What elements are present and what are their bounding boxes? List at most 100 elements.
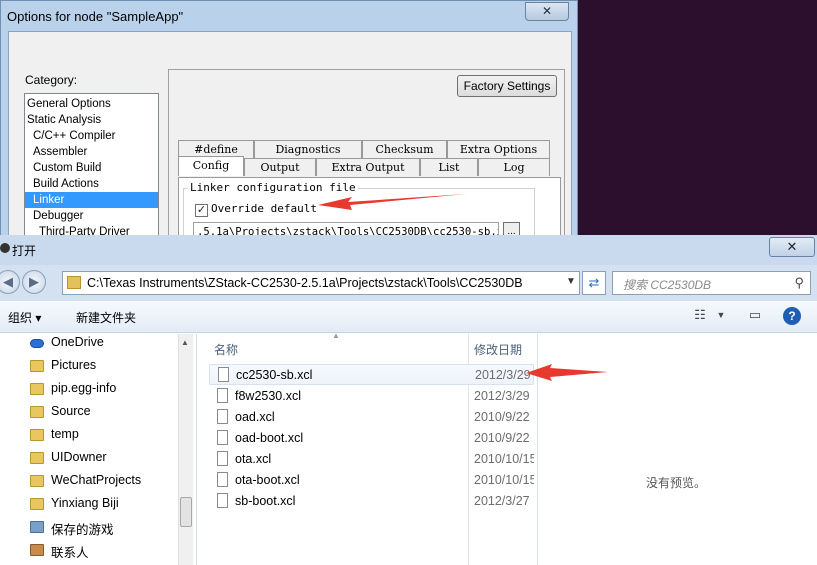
toolbar: 组织 ▾ 新建文件夹 ☷ ▼ ▭ ? [0,301,817,333]
file-name: ota-boot.xcl [235,473,300,487]
folder-icon [30,475,44,487]
options-body: Category: General Options Static Analysi… [8,31,572,258]
nav-item-source[interactable]: Source [30,403,178,423]
nav-item-onedrive[interactable]: OneDrive [30,334,178,354]
override-default-checkbox[interactable]: ✓ [195,204,208,217]
preview-pane-icon[interactable]: ▭ [745,307,765,325]
category-item-static-analysis[interactable]: Static Analysis [27,112,158,128]
nav-item-contacts[interactable]: 联系人 [30,541,178,561]
background-window [578,0,817,240]
file-row-oad[interactable]: oad.xcl 2010/9/22 [209,407,534,428]
nav-item-label: Yinxiang Biji [51,496,119,510]
close-icon[interactable]: ✕ [769,237,815,257]
cloud-icon [30,339,44,348]
file-date: 2010/9/22 [474,431,530,445]
tab-extra-options[interactable]: Extra Options [447,140,550,158]
tab-diagnostics[interactable]: Diagnostics [254,140,362,158]
annotation-arrow [318,194,466,210]
folder-icon [30,360,44,372]
nav-item-label: OneDrive [51,335,104,349]
file-icon [217,493,228,508]
file-date: 2010/10/15 [474,452,534,466]
file-date: 2012/3/27 [474,494,530,508]
help-icon[interactable]: ? [783,307,801,325]
nav-item-yinxiang-biji[interactable]: Yinxiang Biji [30,495,178,515]
chevron-down-icon[interactable]: ▼ [566,276,576,287]
category-list: General Options Static Analysis C/C++ Co… [24,93,159,243]
file-row-f8w2530[interactable]: f8w2530.xcl 2012/3/29 [209,386,534,407]
file-row-ota[interactable]: ota.xcl 2010/10/15 [209,449,534,470]
address-row: ◀ ▶ C:\Texas Instruments\ZStack-CC2530-2… [0,265,817,301]
category-item-build-actions[interactable]: Build Actions [33,176,158,192]
file-row-sb-boot[interactable]: sb-boot.xcl 2012/3/27 [209,491,534,512]
tab-extra-output[interactable]: Extra Output [316,158,420,176]
nav-item-temp[interactable]: temp [30,426,178,446]
search-input[interactable]: 搜索 CC2530DB ⚲ [612,271,811,295]
scrollbar-thumb[interactable] [180,497,192,527]
back-arrow-icon[interactable]: ◀ [0,270,20,294]
settings-panel: Factory Settings #define Diagnostics Che… [168,69,565,258]
address-bar[interactable]: C:\Texas Instruments\ZStack-CC2530-2.5.1… [62,271,580,295]
file-name: cc2530-sb.xcl [236,368,313,382]
nav-item-label: 保存的游戏 [51,523,114,537]
file-icon [218,367,229,382]
tab-log[interactable]: Log [478,158,550,176]
category-label: Category: [25,73,78,87]
nav-item-uidowner[interactable]: UIDowner [30,449,178,469]
category-item-debugger[interactable]: Debugger [33,208,158,224]
tab-config[interactable]: Config [178,156,244,176]
category-item-c-cpp-compiler[interactable]: C/C++ Compiler [33,128,158,144]
chevron-down-icon[interactable]: ▼ [711,310,731,328]
override-default-label: Override default [211,202,317,215]
open-file-dialog: 打开 ✕ ◀ ▶ C:\Texas Instruments\ZStack-CC2… [0,235,817,565]
sort-indicator-icon: ▲ [332,331,340,340]
file-date: 2012/3/29 [474,389,530,403]
file-list: ▲ 名称 修改日期 cc2530-sb.xcl 2012/3/29 f8w253… [196,331,536,565]
category-item-linker[interactable]: Linker [25,192,158,208]
new-folder-button[interactable]: 新建文件夹 [76,309,136,326]
scroll-up-icon[interactable]: ▲ [181,338,189,347]
file-icon [217,409,228,424]
tab-checksum[interactable]: Checksum [362,140,447,158]
nav-scrollbar[interactable]: ▲ [178,334,193,565]
tab-list[interactable]: List [420,158,478,176]
category-item-assembler[interactable]: Assembler [33,144,158,160]
address-path: C:\Texas Instruments\ZStack-CC2530-2.5.1… [87,276,523,290]
nav-item-label: WeChatProjects [51,473,142,487]
nav-item-label: 联系人 [51,546,89,560]
file-row-ota-boot[interactable]: ota-boot.xcl 2010/10/15 [209,470,534,491]
forward-arrow-icon[interactable]: ▶ [22,270,46,294]
category-item-custom-build[interactable]: Custom Build [33,160,158,176]
refresh-icon[interactable]: ⇄ [582,271,606,295]
organize-button[interactable]: 组织 ▾ [8,309,41,326]
contacts-icon [30,544,44,556]
annotation-arrow [526,364,608,381]
nav-item-label: temp [51,427,79,441]
file-row-oad-boot[interactable]: oad-boot.xcl 2010/9/22 [209,428,534,449]
folder-icon [30,429,44,441]
search-placeholder: 搜索 CC2530DB [623,278,712,292]
nav-item-pictures[interactable]: Pictures [30,357,178,377]
view-options-icon[interactable]: ☷ [690,307,710,325]
file-row-cc2530-sb[interactable]: cc2530-sb.xcl 2012/3/29 [209,364,534,385]
open-dialog-title: 打开 [12,244,37,258]
nav-item-label: pip.egg-info [51,381,117,395]
file-date: 2010/10/15 [474,473,534,487]
nav-item-pip-egg-info[interactable]: pip.egg-info [30,380,178,400]
column-header-name[interactable]: 名称 [214,338,238,362]
file-name: f8w2530.xcl [235,389,302,403]
tab-output[interactable]: Output [244,158,316,176]
column-header-date[interactable]: 修改日期 [474,338,522,362]
file-icon [217,451,228,466]
folder-icon [30,452,44,464]
category-item-general-options[interactable]: General Options [27,96,158,112]
nav-item-saved-games[interactable]: 保存的游戏 [30,518,178,538]
file-icon [217,388,228,403]
nav-item-wechatprojects[interactable]: WeChatProjects [30,472,178,492]
factory-settings-button[interactable]: Factory Settings [457,75,557,97]
options-dialog-title: Options for node "SampleApp" [7,9,184,24]
open-dialog-titlebar: 打开 ✕ [0,235,817,265]
file-icon [217,472,228,487]
close-icon[interactable]: ✕ [525,2,569,21]
search-icon[interactable]: ⚲ [794,275,804,291]
